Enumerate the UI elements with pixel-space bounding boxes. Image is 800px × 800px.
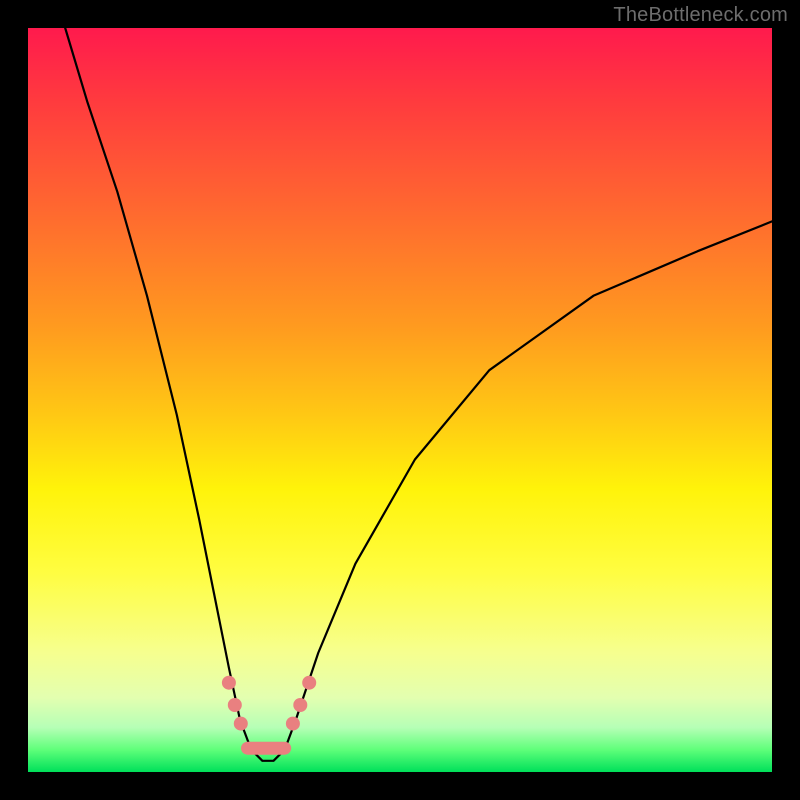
- marker-dot: [302, 676, 316, 690]
- marker-group: [222, 676, 316, 749]
- chart-svg: [28, 28, 772, 772]
- watermark-text: TheBottleneck.com: [613, 4, 788, 27]
- bottleneck-curve: [65, 28, 772, 761]
- marker-dot: [222, 676, 236, 690]
- chart-frame: TheBottleneck.com: [0, 0, 800, 800]
- marker-dot: [228, 698, 242, 712]
- marker-dot: [293, 698, 307, 712]
- marker-dot: [286, 717, 300, 731]
- plot-area: [28, 28, 772, 772]
- marker-dot: [234, 717, 248, 731]
